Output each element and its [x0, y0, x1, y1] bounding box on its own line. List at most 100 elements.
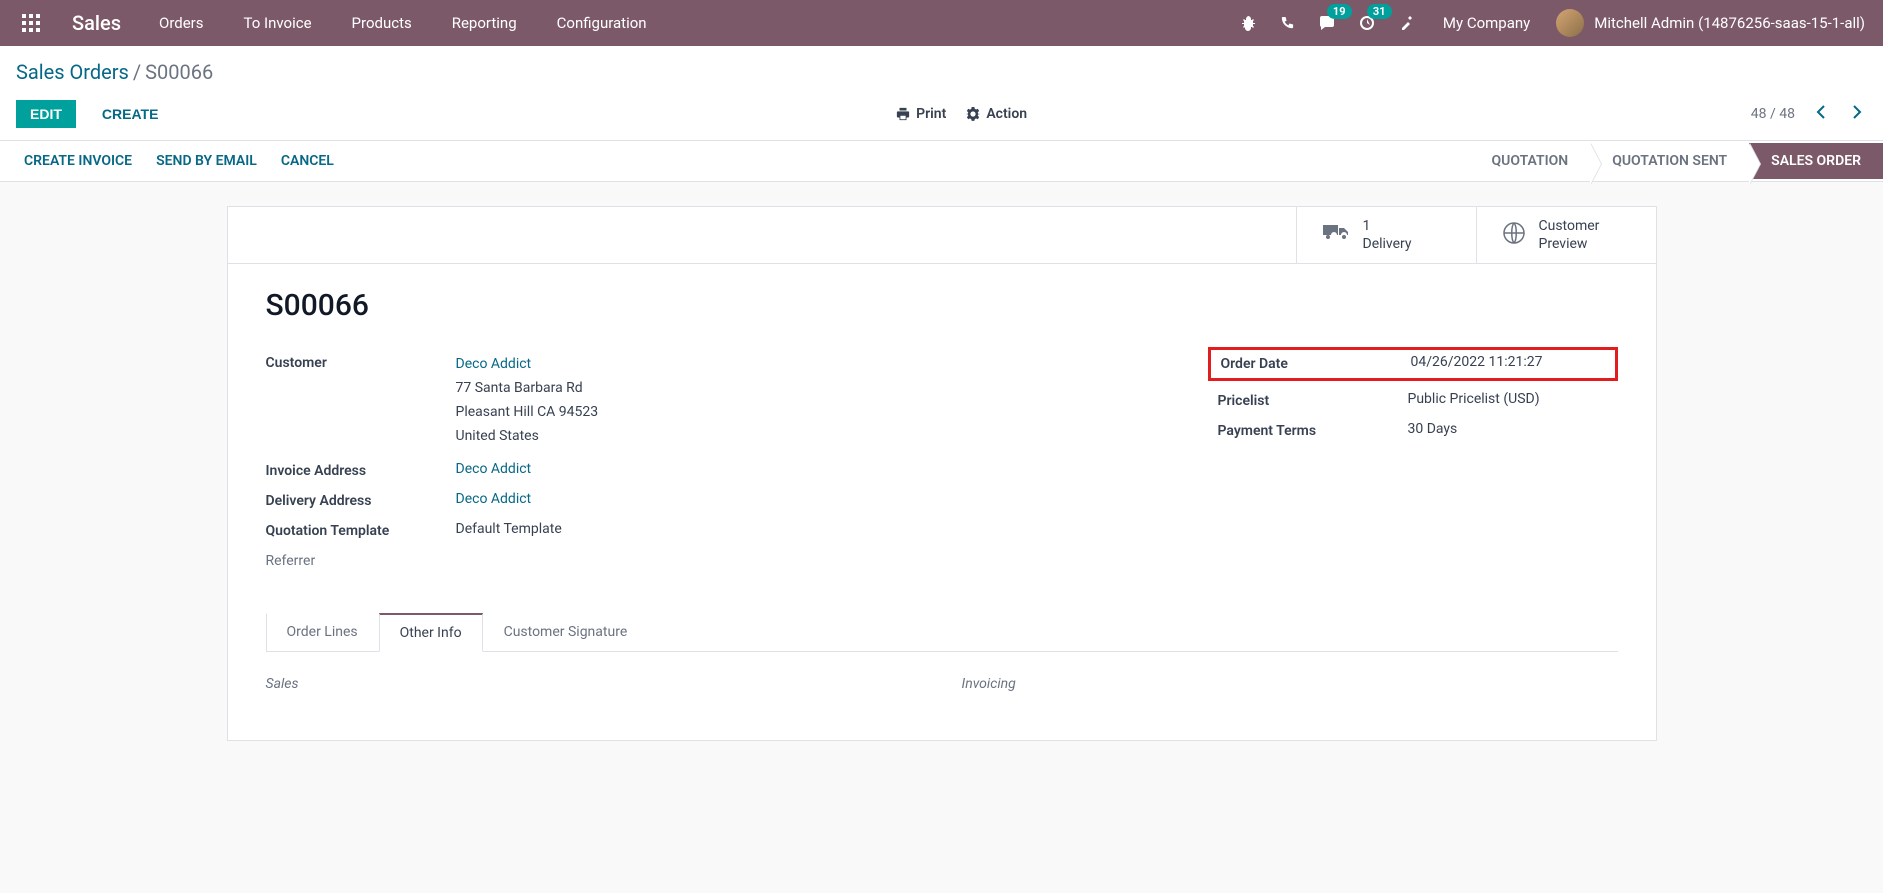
form-sheet: 1 Delivery Customer Preview S00066 — [227, 206, 1657, 741]
create-button[interactable]: CREATE — [88, 100, 173, 128]
section-invoicing-title: Invoicing — [962, 676, 1016, 692]
order-date-highlight: Order Date 04/26/2022 11:21:27 — [1208, 347, 1618, 381]
section-sales-title: Sales — [266, 676, 299, 692]
button-box: 1 Delivery Customer Preview — [228, 207, 1656, 264]
value-payment-terms: 30 Days — [1408, 421, 1618, 437]
app-name[interactable]: Sales — [54, 11, 139, 35]
value-customer: Deco Addict 77 Santa Barbara Rd Pleasant… — [456, 353, 1178, 448]
menu-configuration[interactable]: Configuration — [537, 0, 667, 46]
edit-button[interactable]: EDIT — [16, 100, 76, 128]
label-quotation-template: Quotation Template — [266, 521, 456, 539]
tab-customer-signature[interactable]: Customer Signature — [483, 613, 649, 652]
form-columns: Customer Deco Addict 77 Santa Barbara Rd… — [266, 353, 1618, 580]
globe-icon — [1503, 222, 1525, 248]
tools-icon[interactable] — [1387, 0, 1427, 46]
send-by-email-button[interactable]: SEND BY EMAIL — [144, 153, 269, 169]
field-pricelist: Pricelist Public Pricelist (USD) — [1218, 391, 1618, 409]
navbar-left: Sales Orders To Invoice Products Reporti… — [8, 0, 667, 46]
invoice-address-link[interactable]: Deco Addict — [456, 461, 532, 477]
field-payment-terms: Payment Terms 30 Days — [1218, 421, 1618, 439]
chevron-left-icon — [1815, 104, 1827, 120]
customer-link[interactable]: Deco Addict — [456, 356, 532, 372]
menu-to-invoice[interactable]: To Invoice — [224, 0, 332, 46]
print-icon — [896, 107, 910, 121]
apps-icon[interactable] — [8, 14, 54, 32]
menu-products[interactable]: Products — [332, 0, 432, 46]
label-pricelist: Pricelist — [1218, 391, 1408, 409]
label-order-date: Order Date — [1221, 354, 1411, 372]
chevron-right-icon — [1851, 104, 1863, 120]
field-customer: Customer Deco Addict 77 Santa Barbara Rd… — [266, 353, 1178, 448]
tab-col-sales: Sales — [266, 676, 922, 692]
print-button[interactable]: Print — [896, 106, 946, 122]
breadcrumb-sep: / — [133, 60, 141, 84]
top-navbar: Sales Orders To Invoice Products Reporti… — [0, 0, 1883, 46]
cp-right: 48 / 48 — [1751, 100, 1867, 128]
print-label: Print — [916, 106, 946, 122]
delivery-address-link[interactable]: Deco Addict — [456, 491, 532, 507]
form-col-left: Customer Deco Addict 77 Santa Barbara Rd… — [266, 353, 1178, 580]
user-menu[interactable]: Mitchell Admin (14876256-saas-15-1-all) — [1546, 9, 1875, 37]
value-pricelist: Public Pricelist (USD) — [1408, 391, 1618, 407]
messaging-icon[interactable]: 19 — [1307, 0, 1347, 46]
action-buttons: CREATE INVOICE SEND BY EMAIL CANCEL — [0, 141, 362, 181]
preview-label2: Preview — [1539, 235, 1600, 253]
company-selector[interactable]: My Company — [1427, 14, 1546, 32]
breadcrumb-current: S00066 — [145, 60, 213, 84]
tab-order-lines[interactable]: Order Lines — [266, 613, 379, 652]
menu-reporting[interactable]: Reporting — [432, 0, 537, 46]
label-delivery-address: Delivery Address — [266, 491, 456, 509]
cancel-button[interactable]: CANCEL — [269, 153, 346, 169]
activities-icon[interactable]: 31 — [1347, 0, 1387, 46]
status-sales-order[interactable]: SALES ORDER — [1749, 143, 1883, 179]
gear-icon — [966, 107, 980, 121]
preview-stat-text: Customer Preview — [1539, 217, 1600, 253]
cp-left: EDIT CREATE — [16, 100, 172, 128]
tab-other-info[interactable]: Other Info — [379, 613, 483, 652]
delivery-stat-button[interactable]: 1 Delivery — [1296, 207, 1476, 263]
tabs: Order Lines Other Info Customer Signatur… — [266, 613, 1618, 652]
breadcrumb: Sales Orders / S00066 — [16, 60, 1867, 84]
field-referrer: Referrer — [266, 551, 1178, 569]
bug-icon[interactable] — [1228, 0, 1268, 46]
pager-text[interactable]: 48 / 48 — [1751, 106, 1795, 122]
customer-preview-button[interactable]: Customer Preview — [1476, 207, 1656, 263]
create-invoice-button[interactable]: CREATE INVOICE — [16, 153, 144, 169]
pager-next[interactable] — [1847, 100, 1867, 128]
statusbar: QUOTATION QUOTATION SENT SALES ORDER — [1469, 143, 1883, 179]
label-customer: Customer — [266, 353, 456, 371]
field-order-date: Order Date 04/26/2022 11:21:27 — [1221, 354, 1605, 372]
label-referrer: Referrer — [266, 551, 456, 569]
delivery-label: Delivery — [1363, 235, 1412, 253]
status-quotation[interactable]: QUOTATION — [1469, 143, 1590, 179]
statusbar-row: CREATE INVOICE SEND BY EMAIL CANCEL QUOT… — [0, 140, 1883, 182]
phone-icon[interactable] — [1268, 0, 1307, 46]
field-invoice-address: Invoice Address Deco Addict — [266, 461, 1178, 479]
breadcrumb-root[interactable]: Sales Orders — [16, 60, 129, 84]
preview-label1: Customer — [1539, 217, 1600, 235]
navbar-right: 19 31 My Company Mitchell Admin (1487625… — [1228, 0, 1875, 46]
form-col-right: Order Date 04/26/2022 11:21:27 Pricelist… — [1218, 353, 1618, 580]
cp-center: Print Action — [896, 106, 1027, 122]
sheet-body: S00066 Customer Deco Addict 77 Santa Bar… — [228, 264, 1656, 739]
field-delivery-address: Delivery Address Deco Addict — [266, 491, 1178, 509]
pager-prev[interactable] — [1811, 100, 1831, 128]
customer-addr-line2: Pleasant Hill CA 94523 — [456, 404, 599, 420]
tab-content: Sales Invoicing — [266, 652, 1618, 716]
customer-addr-line3: United States — [456, 428, 539, 444]
action-label: Action — [986, 106, 1027, 122]
avatar — [1556, 9, 1584, 37]
value-order-date: 04/26/2022 11:21:27 — [1411, 354, 1605, 370]
label-payment-terms: Payment Terms — [1218, 421, 1408, 439]
user-name-label: Mitchell Admin (14876256-saas-15-1-all) — [1594, 14, 1865, 32]
status-quotation-sent[interactable]: QUOTATION SENT — [1590, 143, 1749, 179]
control-panel: Sales Orders / S00066 EDIT CREATE Print … — [0, 46, 1883, 140]
delivery-stat-text: 1 Delivery — [1363, 217, 1412, 253]
cp-buttons-row: EDIT CREATE Print Action 48 / 48 — [16, 100, 1867, 140]
truck-icon — [1323, 223, 1349, 247]
order-name: S00066 — [266, 288, 1618, 323]
menu-orders[interactable]: Orders — [139, 0, 224, 46]
tab-col-invoicing: Invoicing — [962, 676, 1618, 692]
sheet-container: 1 Delivery Customer Preview S00066 — [0, 182, 1883, 741]
action-button[interactable]: Action — [966, 106, 1027, 122]
